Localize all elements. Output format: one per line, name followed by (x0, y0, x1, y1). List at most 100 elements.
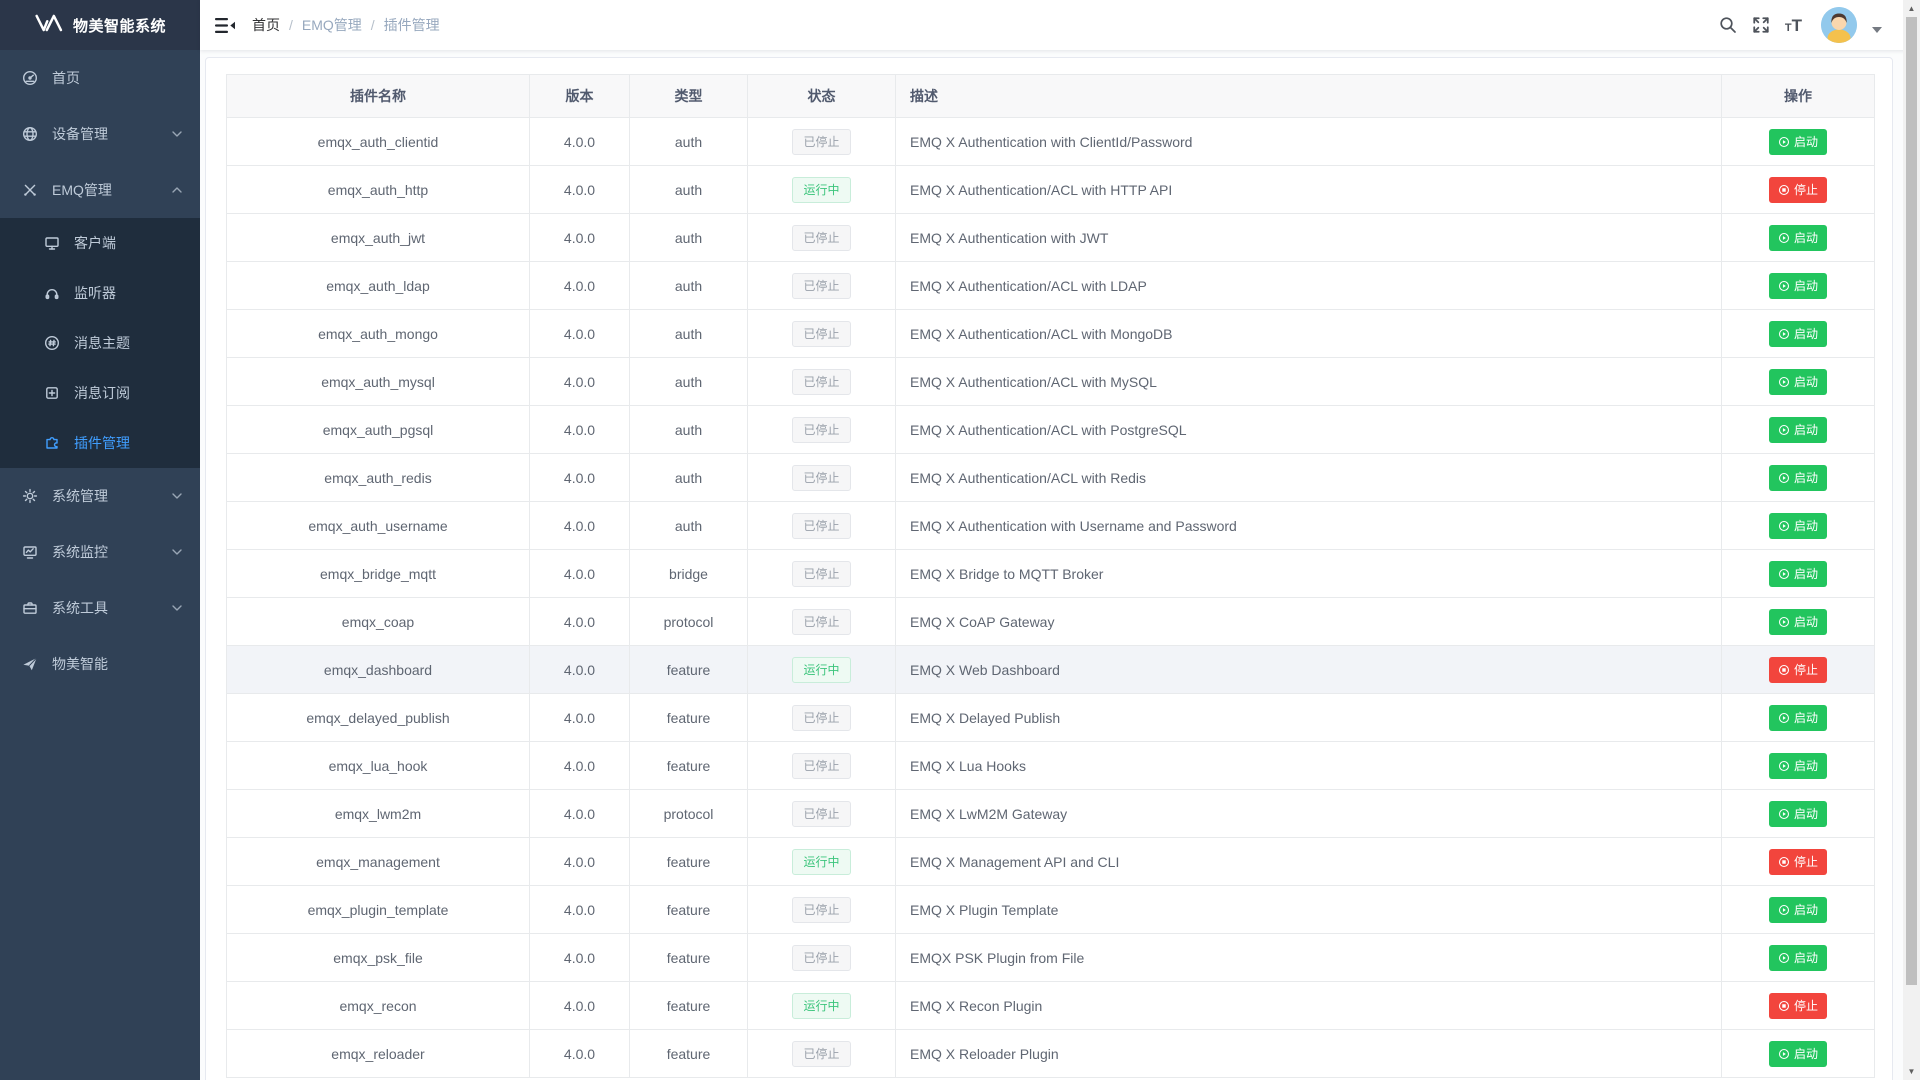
monitor-chart-icon (22, 544, 38, 560)
sidebar-item[interactable]: 设备管理 (0, 106, 200, 162)
action-button-label: 启动 (1794, 904, 1818, 916)
stop-circle-icon (1778, 856, 1790, 868)
action-button-label: 启动 (1794, 136, 1818, 148)
plugin-name-cell: emqx_auth_clientid (227, 118, 530, 166)
start-button[interactable]: 启动 (1769, 561, 1827, 587)
sidebar-item[interactable]: 客户端 (0, 218, 200, 268)
action-cell: 启动 (1722, 934, 1875, 982)
status-cell: 已停止 (748, 934, 896, 982)
chevron-down-icon (172, 493, 182, 499)
start-button[interactable]: 启动 (1769, 897, 1827, 923)
version-cell: 4.0.0 (530, 358, 630, 406)
version-cell: 4.0.0 (530, 886, 630, 934)
status-cell: 已停止 (748, 310, 896, 358)
status-badge: 已停止 (792, 129, 850, 155)
table-row: emqx_auth_http4.0.0auth运行中EMQ X Authenti… (227, 166, 1875, 214)
stop-button[interactable]: 停止 (1769, 657, 1827, 683)
version-cell: 4.0.0 (530, 406, 630, 454)
sidebar-item[interactable]: 消息订阅 (0, 368, 200, 418)
column-header: 插件名称 (227, 75, 530, 118)
start-button[interactable]: 启动 (1769, 369, 1827, 395)
table-row: emqx_bridge_mqtt4.0.0bridge已停止EMQ X Brid… (227, 550, 1875, 598)
hamburger-icon[interactable] (215, 17, 235, 34)
plugin-table-card: 插件名称版本类型状态描述操作 emqx_auth_clientid4.0.0au… (205, 57, 1893, 1080)
stop-button[interactable]: 停止 (1769, 177, 1827, 203)
stop-button[interactable]: 停止 (1769, 993, 1827, 1019)
play-circle-icon (1778, 472, 1790, 484)
start-button[interactable]: 启动 (1769, 753, 1827, 779)
sidebar-item[interactable]: 系统管理 (0, 468, 200, 524)
fullscreen-icon[interactable] (1752, 16, 1770, 34)
start-button[interactable]: 启动 (1769, 273, 1827, 299)
action-button-label: 启动 (1794, 328, 1818, 340)
status-badge: 已停止 (792, 417, 850, 443)
sidebar-item[interactable]: 物美智能 (0, 636, 200, 692)
start-button[interactable]: 启动 (1769, 513, 1827, 539)
action-button-label: 启动 (1794, 952, 1818, 964)
status-badge: 已停止 (792, 609, 850, 635)
sidebar-item[interactable]: EMQ管理 (0, 162, 200, 218)
table-row: emqx_lwm2m4.0.0protocol已停止EMQ X LwM2M Ga… (227, 790, 1875, 838)
emq-icon (22, 182, 38, 198)
logo[interactable]: 物美智能系统 (0, 0, 200, 50)
sidebar-item-label: 系统工具 (52, 598, 108, 618)
start-button[interactable]: 启动 (1769, 705, 1827, 731)
plugin-name-cell: emqx_psk_file (227, 934, 530, 982)
stop-circle-icon (1778, 664, 1790, 676)
start-button[interactable]: 启动 (1769, 801, 1827, 827)
sidebar-item-label: 物美智能 (52, 654, 108, 674)
stop-circle-icon (1778, 184, 1790, 196)
sidebar-item-label: 监听器 (74, 283, 116, 303)
action-cell: 停止 (1722, 982, 1875, 1030)
table-row: emqx_auth_mysql4.0.0auth已停止EMQ X Authent… (227, 358, 1875, 406)
type-cell: auth (630, 358, 748, 406)
stop-button[interactable]: 停止 (1769, 849, 1827, 875)
start-button[interactable]: 启动 (1769, 609, 1827, 635)
type-cell: feature (630, 982, 748, 1030)
start-button[interactable]: 启动 (1769, 945, 1827, 971)
start-button[interactable]: 启动 (1769, 129, 1827, 155)
status-badge: 运行中 (792, 177, 850, 203)
status-cell: 运行中 (748, 982, 896, 1030)
vertical-scrollbar[interactable]: ▲ ▼ (1903, 0, 1920, 1080)
breadcrumb-item[interactable]: 首页 (252, 15, 280, 35)
caret-down-icon[interactable] (1872, 27, 1882, 33)
sidebar-item-label: 客户端 (74, 233, 116, 253)
stop-circle-icon (1778, 1000, 1790, 1012)
sidebar-item[interactable]: 首页 (0, 50, 200, 106)
version-cell: 4.0.0 (530, 934, 630, 982)
search-icon[interactable] (1719, 16, 1737, 34)
start-button[interactable]: 启动 (1769, 1041, 1827, 1067)
scrollbar-up-arrow[interactable]: ▲ (1903, 0, 1920, 17)
type-cell: bridge (630, 550, 748, 598)
action-button-label: 停止 (1794, 184, 1818, 196)
version-cell: 4.0.0 (530, 166, 630, 214)
start-button[interactable]: 启动 (1769, 321, 1827, 347)
font-size-icon[interactable]: TT (1785, 17, 1802, 34)
start-button[interactable]: 启动 (1769, 417, 1827, 443)
sidebar-item[interactable]: 系统监控 (0, 524, 200, 580)
navbar-actions: TT (1719, 7, 1882, 43)
start-button[interactable]: 启动 (1769, 465, 1827, 491)
description-cell: EMQ X Authentication/ACL with Redis (896, 454, 1722, 502)
play-circle-icon (1778, 136, 1790, 148)
sidebar-item[interactable]: 消息主题 (0, 318, 200, 368)
action-button-label: 启动 (1794, 424, 1818, 436)
type-cell: auth (630, 454, 748, 502)
scrollbar-down-arrow[interactable]: ▼ (1903, 1063, 1920, 1080)
action-button-label: 启动 (1794, 712, 1818, 724)
start-button[interactable]: 启动 (1769, 225, 1827, 251)
sidebar-item[interactable]: 系统工具 (0, 580, 200, 636)
status-cell: 已停止 (748, 742, 896, 790)
sidebar-item-label: 系统监控 (52, 542, 108, 562)
avatar[interactable] (1821, 7, 1857, 43)
breadcrumb: 首页/EMQ管理/插件管理 (252, 15, 440, 35)
action-cell: 启动 (1722, 454, 1875, 502)
play-circle-icon (1778, 280, 1790, 292)
action-cell: 启动 (1722, 262, 1875, 310)
scrollbar-thumb[interactable] (1906, 17, 1917, 985)
breadcrumb-separator: / (289, 17, 293, 33)
sidebar-item[interactable]: 插件管理 (0, 418, 200, 468)
action-button-label: 停止 (1794, 1000, 1818, 1012)
sidebar-item[interactable]: 监听器 (0, 268, 200, 318)
